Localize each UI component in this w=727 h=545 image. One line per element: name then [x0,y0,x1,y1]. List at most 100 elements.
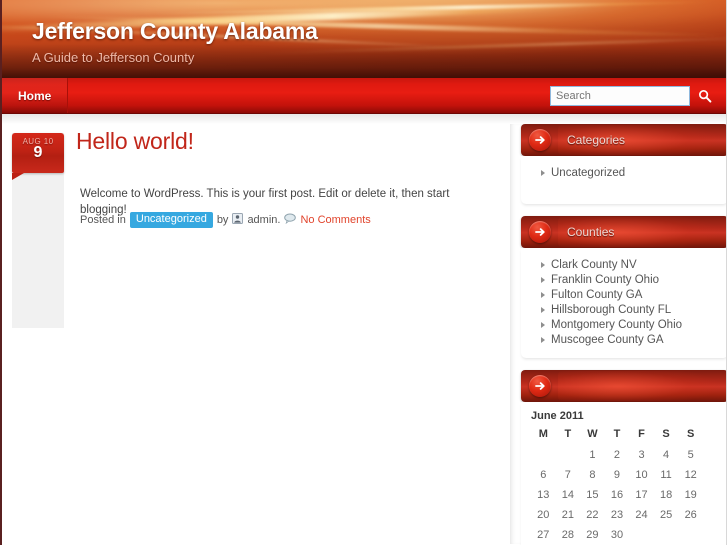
user-icon [232,213,244,227]
calendar-day: 6 [540,469,547,481]
calendar-day: 11 [660,469,672,481]
widget-categories-title: Categories [567,133,626,147]
widget-counties-body: Clark County NV Franklin County Ohio Ful… [521,248,726,358]
calendar-weekday: F [638,428,645,440]
widget-calendar-header[interactable] [521,370,726,402]
calendar-weekday: T [564,428,572,440]
list-item[interactable]: Montgomery County Ohio [539,318,718,332]
calendar-day: 4 [663,449,670,461]
calendar-day: 1 [589,449,596,461]
search-icon [699,90,712,103]
calendar-day [629,525,654,545]
arrow-circle-right-icon [529,375,551,397]
list-item[interactable]: Fulton County GA [539,288,718,302]
post-author[interactable]: admin. [247,214,280,226]
calendar-day: 23 [610,509,624,521]
calendar-day: 26 [684,509,697,521]
post-date-column: AUG 10 9 [12,133,64,328]
calendar-day: 24 [635,509,648,521]
widget-counties-header[interactable]: Counties [521,216,726,248]
calendar-day: 2 [613,449,621,461]
arrow-circle-right-icon [529,129,551,151]
main-navigation-bar: Home [2,78,726,114]
calendar-day: 27 [537,529,550,541]
widget-calendar: June 2011 M T W T F S S 1 2 3 4 5 6 7 8 … [511,370,726,545]
calendar-day: 20 [537,509,550,521]
content-top-shadow [2,114,726,124]
widget-categories-header[interactable]: Categories [521,124,726,156]
post-date-day: 9 [33,144,43,161]
arrow-circle-right-icon [529,221,551,243]
list-item[interactable]: Uncategorized [539,166,718,180]
calendar-week-row: 13 14 15 16 17 18 19 [531,485,703,505]
calendar-table: M T W T F S S 1 2 3 4 5 6 7 8 9 10 11 12… [531,426,703,545]
calendar-day [531,445,556,465]
counties-list: Clark County NV Franklin County Ohio Ful… [539,258,718,347]
post-title[interactable]: Hello world! [76,128,194,155]
comment-bubble-icon [284,213,297,227]
calendar-day: 29 [586,529,599,541]
calendar-weekday: S [662,428,670,440]
calendar-day [678,525,703,545]
nav-item-home[interactable]: Home [2,78,69,113]
site-description: A Guide to Jefferson County [32,50,195,65]
posted-in-label: Posted in [80,214,126,226]
search-input[interactable] [550,86,690,106]
banner-swoosh-3 [152,0,712,16]
widget-calendar-body: June 2011 M T W T F S S 1 2 3 4 5 6 7 8 … [521,402,726,545]
calendar-week-row: 6 7 8 9 10 11 12 [531,465,703,485]
list-item[interactable]: Clark County NV [539,258,718,272]
calendar-day: 10 [635,469,648,481]
calendar-day: 22 [586,509,599,521]
content-column: AUG 10 9 Hello world! Welcome to WordPre… [2,124,508,544]
site-banner: Jefferson County Alabama A Guide to Jeff… [2,0,726,78]
post-comments-link[interactable]: No Comments [300,214,370,226]
calendar-day: 9 [613,469,621,481]
calendar-week-row: 27 28 29 30 [531,525,703,545]
calendar-day [556,445,581,465]
post-date-badge: AUG 10 9 [12,133,64,180]
calendar-day: 8 [589,469,596,481]
search-button[interactable] [692,85,718,107]
calendar-weekday: S [687,428,695,440]
post-meta: Posted in Uncategorized by admin. No Com… [80,212,371,228]
calendar-day: 19 [684,489,697,501]
widget-counties-title: Counties [567,225,615,239]
site-title[interactable]: Jefferson County Alabama [32,18,318,45]
page-root: Jefferson County Alabama A Guide to Jeff… [0,0,727,545]
widget-counties: Counties Clark County NV Franklin County… [511,216,726,358]
calendar-day [654,525,679,545]
calendar-day: 3 [638,449,645,461]
list-item[interactable]: Hillsborough County FL [539,303,718,317]
list-item[interactable]: Franklin County Ohio [539,273,718,287]
calendar-week-row: 1 2 3 4 5 [531,445,703,465]
calendar-caption: June 2011 [531,410,584,422]
calendar-day: 18 [659,489,673,501]
calendar-day: 15 [586,489,599,501]
widget-categories: Categories Uncategorized [511,124,726,204]
calendar-day: 12 [684,469,697,481]
widget-categories-body: Uncategorized [521,156,726,204]
calendar-week-row: 20 21 22 23 24 25 26 [531,505,703,525]
categories-list: Uncategorized [539,166,718,180]
calendar-day: 5 [687,449,694,461]
calendar-day: 13 [537,489,550,501]
calendar-weekday: M [538,428,548,440]
calendar-weekday: W [587,428,598,440]
post-category-tag[interactable]: Uncategorized [129,212,213,228]
page-wrap: AUG 10 9 Hello world! Welcome to WordPre… [2,114,726,545]
list-item[interactable]: Muscogee County GA [539,333,718,347]
calendar-day: 25 [659,509,673,521]
sidebar: Categories Uncategorized Counties Clark … [510,124,726,545]
calendar-day: 28 [561,529,574,541]
calendar-day: 14 [561,489,574,501]
by-label: by [216,214,229,226]
calendar-weekday: T [613,428,621,440]
calendar-day: 7 [564,469,571,481]
calendar-day: 17 [635,489,648,501]
calendar-weekday-row: M T W T F S S [531,426,703,445]
calendar-day: 21 [561,509,574,521]
nav-menu: Home [2,78,69,113]
calendar-day: 30 [610,529,624,541]
calendar-day: 16 [610,489,624,501]
